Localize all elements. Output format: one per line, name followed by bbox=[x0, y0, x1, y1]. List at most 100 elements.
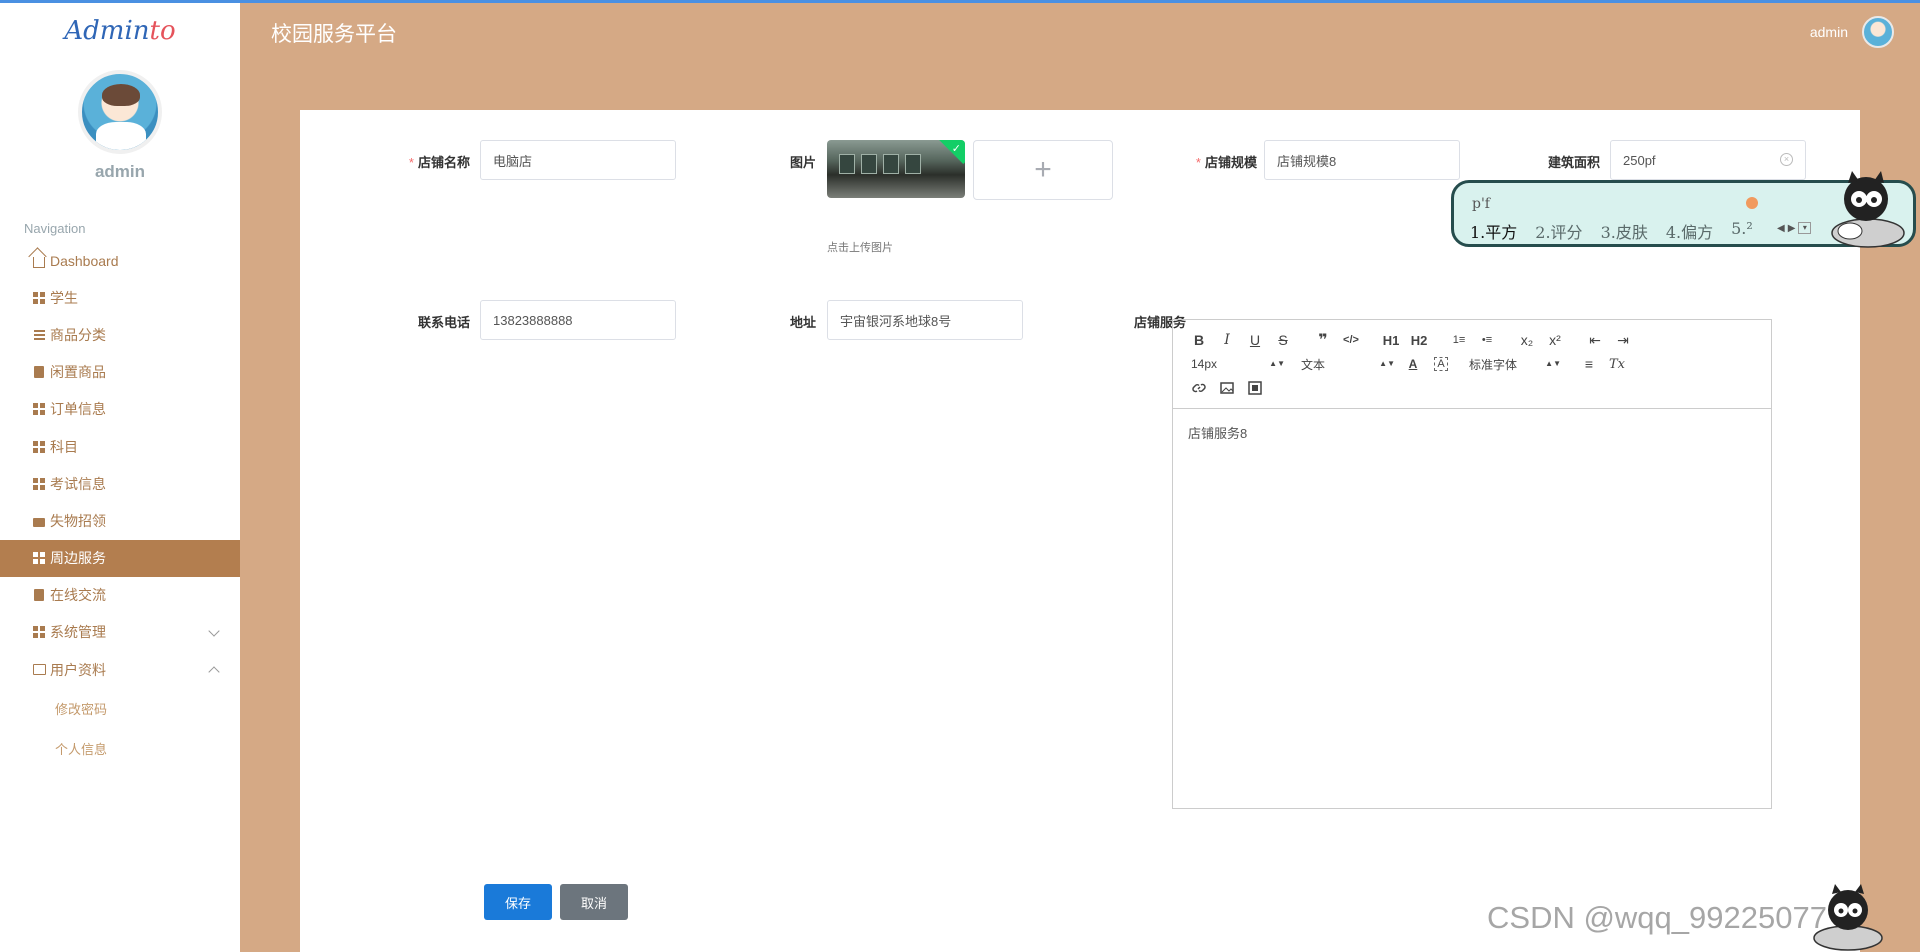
sidebar-item-label: 订单信息 bbox=[50, 401, 106, 418]
font-size-select[interactable]: 14px ▲▼ bbox=[1185, 352, 1289, 376]
shop-name-label: * 店铺名称 bbox=[408, 155, 470, 170]
shop-scale-input[interactable]: 店铺规模8 bbox=[1264, 140, 1460, 180]
select-arrows-icon: ▲▼ bbox=[1545, 359, 1561, 368]
header1-button[interactable]: H1 bbox=[1377, 328, 1405, 352]
header-username[interactable]: admin bbox=[1810, 24, 1848, 40]
page-title: 校园服务平台 bbox=[271, 23, 397, 46]
sidebar-item-dashboard[interactable]: Dashboard bbox=[0, 242, 240, 279]
sidebar-item-label: 商品分类 bbox=[50, 326, 106, 343]
sidebar-item-label: 失物招领 bbox=[50, 512, 106, 529]
sidebar-item-orders[interactable]: 订单信息 bbox=[0, 391, 240, 428]
phone-label: 联系电话 bbox=[417, 315, 470, 330]
blockquote-button[interactable]: ❞ bbox=[1309, 328, 1337, 352]
sidebar-item-idle-goods[interactable]: 闲置商品 bbox=[0, 354, 240, 391]
building-area-label: 建筑面积 bbox=[1547, 155, 1600, 170]
clipboard-icon bbox=[32, 365, 46, 379]
sidebar: Adminto admin Navigation Dashboard 学生 商品… bbox=[0, 0, 240, 952]
sidebar-item-categories[interactable]: 商品分类 bbox=[0, 316, 240, 353]
sidebar-subitem-personal-info[interactable]: 个人信息 bbox=[0, 728, 240, 768]
chevron-down-icon bbox=[208, 625, 220, 637]
subscript-button[interactable]: x₂ bbox=[1513, 328, 1541, 352]
clipboard-icon bbox=[32, 588, 46, 602]
list-icon bbox=[32, 328, 46, 342]
header2-button[interactable]: H2 bbox=[1405, 328, 1433, 352]
underline-button[interactable]: U bbox=[1241, 328, 1269, 352]
outdent-button[interactable]: ⇤ bbox=[1581, 328, 1609, 352]
required-mark: * bbox=[408, 155, 414, 170]
sidebar-item-students[interactable]: 学生 bbox=[0, 279, 240, 316]
avatar bbox=[78, 70, 162, 154]
ime-candidate[interactable]: 3.皮肤 bbox=[1601, 219, 1648, 243]
grid-icon bbox=[32, 551, 46, 565]
shop-name-input[interactable]: 电脑店 bbox=[480, 140, 676, 180]
sidebar-item-online-chat[interactable]: 在线交流 bbox=[0, 577, 240, 614]
font-family-select[interactable]: 标准字体 ▲▼ bbox=[1455, 352, 1565, 376]
ime-candidate[interactable]: 5.² bbox=[1731, 219, 1753, 243]
sidebar-username: admin bbox=[94, 162, 146, 181]
top-accent-line bbox=[0, 0, 1920, 3]
chevron-up-icon bbox=[208, 666, 220, 678]
briefcase-icon bbox=[32, 514, 46, 528]
address-input[interactable]: 宇宙银河系地球8号 bbox=[827, 300, 1023, 340]
building-area-value: 250pf bbox=[1623, 152, 1656, 168]
italic-button[interactable]: I bbox=[1213, 328, 1241, 352]
header-select[interactable]: 文本 ▲▼ bbox=[1289, 352, 1399, 376]
grid-icon bbox=[32, 291, 46, 305]
link-icon[interactable] bbox=[1185, 376, 1213, 400]
strike-button[interactable]: S bbox=[1269, 328, 1297, 352]
clean-format-button[interactable]: Tx bbox=[1603, 352, 1631, 376]
sidebar-item-label: 学生 bbox=[50, 289, 78, 306]
home-icon bbox=[32, 254, 46, 269]
sidebar-item-exams[interactable]: 考试信息 bbox=[0, 465, 240, 502]
indent-button[interactable]: ⇥ bbox=[1609, 328, 1637, 352]
uploaded-image-thumbnail[interactable]: ✓ bbox=[827, 140, 965, 198]
cancel-button[interactable]: 取消 bbox=[560, 884, 628, 920]
bullet-list-button[interactable]: •≡ bbox=[1473, 328, 1501, 352]
ime-candidate[interactable]: 1.平方 bbox=[1470, 219, 1517, 243]
header-avatar[interactable] bbox=[1862, 16, 1894, 48]
text-color-button[interactable]: A bbox=[1399, 352, 1427, 376]
ime-candidate[interactable]: 4.偏方 bbox=[1666, 219, 1713, 243]
grid-icon bbox=[32, 477, 46, 491]
code-block-button[interactable]: </> bbox=[1337, 328, 1365, 352]
phone-input[interactable]: 13823888888 bbox=[480, 300, 676, 340]
next-icon[interactable]: ▶ bbox=[1788, 223, 1796, 234]
video-icon[interactable] bbox=[1241, 376, 1269, 400]
card-icon bbox=[32, 663, 46, 677]
sidebar-menu: Dashboard 学生 商品分类 闲置商品 订单信息 科目 考试信息 失物招领… bbox=[0, 242, 240, 768]
grid-icon bbox=[32, 440, 46, 454]
select-arrows-icon: ▲▼ bbox=[1269, 359, 1285, 368]
sidebar-item-label: Dashboard bbox=[50, 252, 119, 269]
upload-hint: 点击上传图片 bbox=[827, 242, 893, 254]
upload-image-button[interactable]: + bbox=[973, 140, 1113, 200]
sidebar-subitem-change-password[interactable]: 修改密码 bbox=[0, 688, 240, 728]
image-icon[interactable] bbox=[1213, 376, 1241, 400]
bold-button[interactable]: B bbox=[1185, 328, 1213, 352]
sidebar-item-label: 在线交流 bbox=[50, 587, 106, 604]
align-button[interactable]: ≡ bbox=[1575, 352, 1603, 376]
sidebar-item-lost-found[interactable]: 失物招领 bbox=[0, 502, 240, 539]
sidebar-item-user-profile[interactable]: 用户资料 bbox=[0, 651, 240, 688]
sidebar-item-label: 用户资料 bbox=[50, 661, 106, 678]
ime-menu-icon[interactable]: ▾ bbox=[1798, 222, 1812, 234]
clear-icon[interactable]: × bbox=[1780, 153, 1793, 166]
background-color-button[interactable]: A bbox=[1434, 357, 1448, 371]
ordered-list-button[interactable]: 1≡ bbox=[1445, 328, 1473, 352]
building-area-input[interactable]: 250pf × bbox=[1610, 140, 1806, 180]
prev-icon[interactable]: ◀ bbox=[1777, 223, 1785, 234]
shop-scale-label: * 店铺规模 bbox=[1195, 155, 1257, 170]
sidebar-item-subjects[interactable]: 科目 bbox=[0, 428, 240, 465]
ime-candidates: 1.平方 2.评分 3.皮肤 4.偏方 5.² bbox=[1470, 219, 1753, 243]
brand-logo[interactable]: Adminto bbox=[0, 16, 240, 46]
save-button[interactable]: 保存 bbox=[484, 884, 552, 920]
sidebar-item-system[interactable]: 系统管理 bbox=[0, 614, 240, 651]
ime-page-nav[interactable]: ◀ ▶ ▾ bbox=[1777, 222, 1812, 234]
editor-content[interactable]: 店铺服务8 bbox=[1173, 409, 1771, 456]
sidebar-item-nearby-services[interactable]: 周边服务 bbox=[0, 539, 240, 577]
grid-icon bbox=[32, 402, 46, 416]
brand-accent: to bbox=[149, 16, 176, 46]
required-mark: * bbox=[1195, 155, 1201, 170]
ime-skin-icon[interactable] bbox=[1746, 197, 1758, 209]
ime-candidate[interactable]: 2.评分 bbox=[1535, 219, 1582, 243]
superscript-button[interactable]: x² bbox=[1541, 328, 1569, 352]
